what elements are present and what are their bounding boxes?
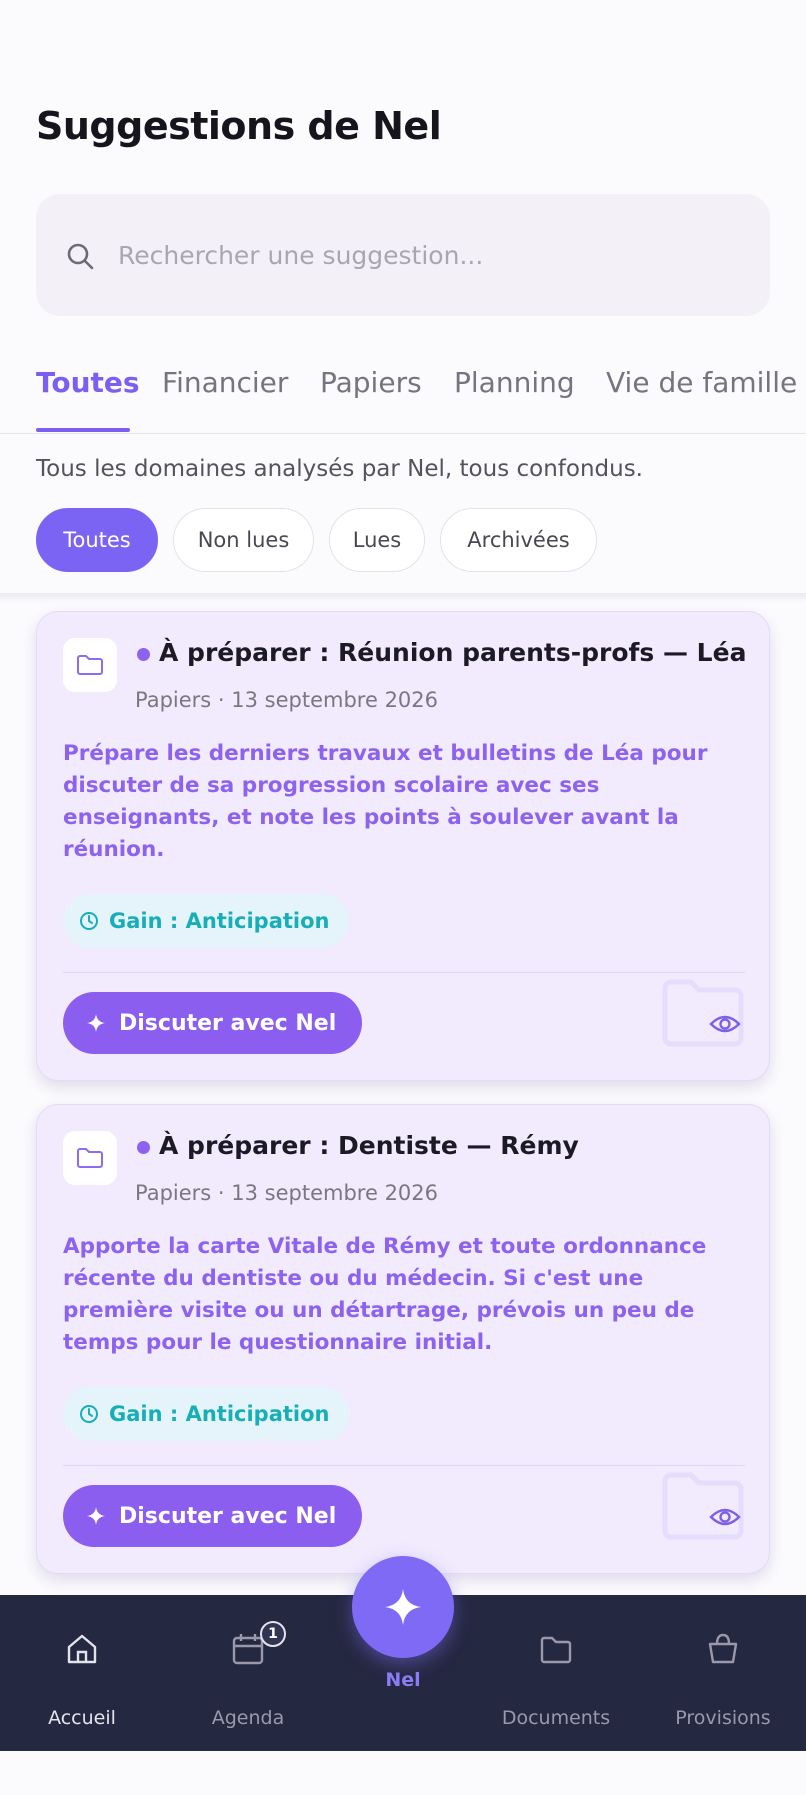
- search-icon: [67, 243, 94, 270]
- nav-label: Agenda: [211, 1707, 285, 1729]
- gain-label: Gain : Anticipation: [109, 1402, 330, 1426]
- nav-label: Provisions: [675, 1707, 771, 1729]
- folder-icon: [77, 655, 103, 675]
- card-description: Prépare les derniers travaux et bulletin…: [63, 741, 708, 862]
- discuss-with-nel-button[interactable]: Discuter avec Nel: [63, 992, 363, 1054]
- category-tabs: Toutes Financier Papiers Planning Vie de…: [0, 356, 806, 434]
- nav-item-documents[interactable]: Documents: [476, 1595, 636, 1751]
- active-tab-indicator: [36, 428, 130, 432]
- unread-dot: [137, 1141, 150, 1154]
- nel-label: Nel: [385, 1669, 421, 1691]
- card-meta: Papiers · 13 septembre 2026: [135, 1181, 439, 1205]
- notification-badge: 1: [260, 1621, 286, 1647]
- folder-icon: [540, 1636, 572, 1664]
- discuss-button-label: Discuter avec Nel: [119, 1503, 337, 1529]
- tab-financier[interactable]: Financier: [162, 366, 288, 399]
- card-meta: Papiers · 13 septembre 2026: [135, 688, 439, 712]
- sparkle-icon: [87, 1014, 105, 1032]
- nav-label: Accueil: [48, 1707, 116, 1729]
- search-bar[interactable]: [36, 194, 770, 316]
- home-icon: [67, 1634, 97, 1664]
- card-divider: [63, 1465, 745, 1466]
- filter-lues[interactable]: Lues: [329, 508, 425, 572]
- eye-icon[interactable]: [709, 1505, 741, 1529]
- folder-icon: [77, 1148, 103, 1168]
- unread-dot: [137, 648, 150, 661]
- suggestion-card[interactable]: À préparer : Dentiste — Rémy Papiers · 1…: [36, 1104, 770, 1574]
- clock-icon: [80, 912, 98, 930]
- gain-badge: Gain : Anticipation: [63, 1387, 350, 1441]
- clock-icon: [80, 1405, 98, 1423]
- nel-assistant-button[interactable]: [352, 1556, 454, 1658]
- search-input[interactable]: [118, 230, 738, 280]
- tab-papiers[interactable]: Papiers: [320, 366, 422, 399]
- suggestion-card[interactable]: À préparer : Réunion parents-profs — Léa…: [36, 611, 770, 1081]
- card-icon: [63, 1131, 117, 1185]
- basket-icon: [708, 1633, 738, 1664]
- card-divider: [63, 972, 745, 973]
- card-title: À préparer : Réunion parents-profs — Léa: [159, 638, 747, 667]
- tab-toutes[interactable]: Toutes: [36, 366, 140, 399]
- tab-vie-de-famille[interactable]: Vie de famille: [606, 366, 797, 399]
- gain-badge: Gain : Anticipation: [63, 894, 350, 948]
- card-title: À préparer : Dentiste — Rémy: [159, 1131, 579, 1160]
- sparkle-icon: [385, 1589, 421, 1625]
- card-icon: [63, 638, 117, 692]
- nav-item-accueil[interactable]: Accueil: [2, 1595, 162, 1751]
- filter-archivees[interactable]: Archivées: [440, 508, 597, 572]
- nav-item-agenda[interactable]: 1 Agenda: [168, 1595, 328, 1751]
- header-shadow: [0, 593, 806, 603]
- card-description: Apporte la carte Vitale de Rémy et toute…: [63, 1234, 707, 1355]
- filter-non-lues[interactable]: Non lues: [173, 508, 314, 572]
- nav-item-provisions[interactable]: Provisions: [643, 1595, 803, 1751]
- page-title: Suggestions de Nel: [36, 104, 442, 148]
- gain-label: Gain : Anticipation: [109, 909, 330, 933]
- eye-icon[interactable]: [709, 1012, 741, 1036]
- tab-description: Tous les domaines analysés par Nel, tous…: [36, 456, 643, 482]
- tab-planning[interactable]: Planning: [454, 366, 575, 399]
- nav-label: Documents: [501, 1707, 611, 1729]
- sparkle-icon: [87, 1507, 105, 1525]
- discuss-with-nel-button[interactable]: Discuter avec Nel: [63, 1485, 363, 1547]
- filter-toutes[interactable]: Toutes: [36, 508, 158, 572]
- discuss-button-label: Discuter avec Nel: [119, 1010, 337, 1036]
